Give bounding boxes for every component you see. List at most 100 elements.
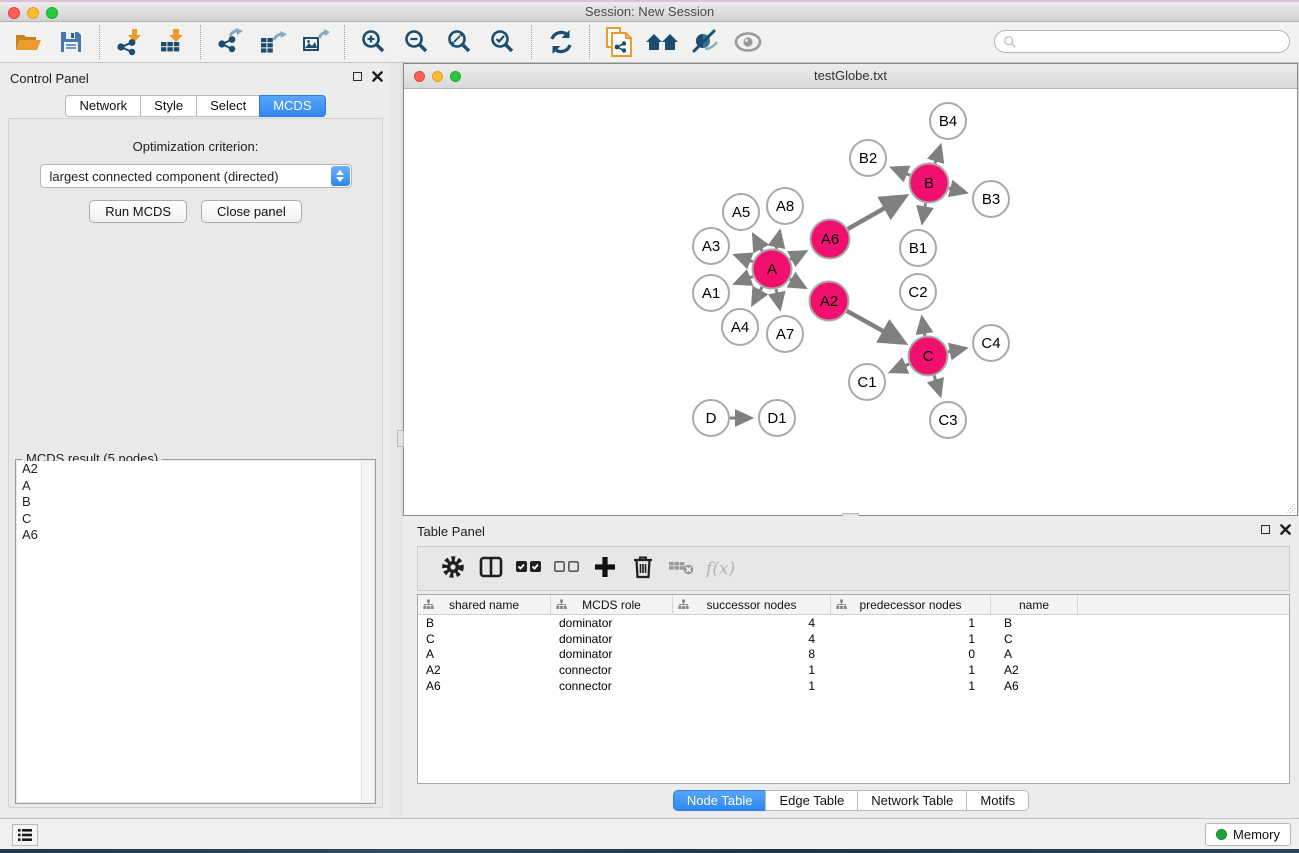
node-C2[interactable]: C2 (900, 274, 936, 310)
export-image-button[interactable] (294, 24, 337, 60)
cell[interactable]: A (418, 647, 551, 661)
tab-style[interactable]: Style (140, 95, 196, 117)
node-B3[interactable]: B3 (973, 181, 1009, 217)
cell[interactable]: 4 (673, 632, 831, 646)
import-network-button[interactable] (107, 24, 150, 60)
node-C3[interactable]: C3 (930, 402, 966, 438)
edge-A-A3[interactable] (735, 255, 752, 262)
cell[interactable]: B (991, 616, 1078, 630)
network-canvas[interactable]: B4B2BB3A5A8A6B1A3AA1C2A2A4A7C4CC1C3DD1 (404, 89, 1297, 515)
add-button[interactable] (586, 551, 624, 587)
cell[interactable]: A (991, 647, 1078, 661)
edge-C-C4[interactable] (948, 348, 965, 352)
node-A6[interactable]: A6 (811, 220, 850, 259)
node-A[interactable]: A (753, 250, 792, 289)
function-builder-button[interactable]: f(x) (706, 559, 735, 579)
tab-mcds[interactable]: MCDS (259, 95, 325, 117)
edge-B-B1[interactable] (922, 203, 925, 222)
node-A1[interactable]: A1 (693, 275, 729, 311)
edge-A-A1[interactable] (735, 277, 753, 284)
column-header-predecessor-nodes[interactable]: predecessor nodes (831, 595, 991, 614)
export-network-button[interactable] (208, 24, 251, 60)
close-panel-button[interactable]: Close panel (201, 200, 302, 223)
deselect-all-button[interactable] (548, 551, 586, 587)
cell[interactable]: dominator (551, 616, 673, 630)
cell[interactable]: 1 (831, 616, 991, 630)
cell[interactable]: 1 (831, 632, 991, 646)
edge-C-C3[interactable] (934, 376, 940, 396)
result-item[interactable]: A (17, 478, 374, 495)
net-zoom-icon[interactable] (450, 71, 461, 82)
table-row[interactable]: Cdominator41C (418, 631, 1289, 647)
edge-A-A6[interactable] (790, 252, 805, 260)
hide-panel-button[interactable] (683, 24, 726, 60)
mcds-result-list[interactable]: A2ABCA6 (17, 461, 374, 802)
cell[interactable]: A6 (418, 679, 551, 693)
node-table[interactable]: shared nameMCDS rolesuccessor nodesprede… (417, 594, 1290, 784)
task-history-button[interactable] (12, 824, 38, 846)
gear-button[interactable] (434, 551, 472, 587)
column-header-MCDS-role[interactable]: MCDS role (551, 595, 673, 614)
select-all-button[interactable] (510, 551, 548, 587)
cell[interactable]: A2 (418, 663, 551, 677)
cell[interactable]: connector (551, 663, 673, 677)
edge-A-A5[interactable] (753, 235, 762, 251)
cell[interactable]: 0 (831, 647, 991, 661)
cell[interactable]: B (418, 616, 551, 630)
net-close-icon[interactable] (414, 71, 425, 82)
export-table-button[interactable] (251, 24, 294, 60)
zoom-fit-button[interactable] (438, 24, 481, 60)
cell[interactable]: 1 (831, 663, 991, 677)
search-input[interactable] (994, 30, 1290, 53)
splitter-handle[interactable] (397, 430, 404, 447)
node-D1[interactable]: D1 (759, 400, 795, 436)
cell[interactable]: connector (551, 679, 673, 693)
close-panel-icon[interactable] (372, 71, 383, 82)
tab-node-table[interactable]: Node Table (673, 790, 766, 811)
float-table-panel-icon[interactable] (1261, 525, 1270, 534)
cell[interactable]: 8 (673, 647, 831, 661)
cell[interactable]: dominator (551, 647, 673, 661)
edge-A-A2[interactable] (790, 279, 805, 288)
node-A2[interactable]: A2 (810, 282, 849, 321)
cell[interactable]: 1 (673, 663, 831, 677)
cell[interactable]: 1 (831, 679, 991, 693)
edge-A2-C[interactable] (847, 311, 904, 343)
zoom-in-button[interactable] (352, 24, 395, 60)
node-A8[interactable]: A8 (767, 188, 803, 224)
edge-A-A8[interactable] (776, 231, 780, 248)
tab-edge-table[interactable]: Edge Table (765, 790, 857, 811)
result-item[interactable]: C (17, 511, 374, 528)
tab-motifs[interactable]: Motifs (966, 790, 1029, 811)
result-item[interactable]: A2 (17, 461, 374, 478)
cell[interactable]: dominator (551, 632, 673, 646)
edge-A-A4[interactable] (753, 287, 763, 304)
tab-select[interactable]: Select (196, 95, 259, 117)
network-window-titlebar[interactable]: testGlobe.txt (404, 64, 1297, 89)
memory-button[interactable]: Memory (1205, 823, 1291, 846)
edge-B-B2[interactable] (892, 168, 910, 175)
home-button[interactable] (640, 24, 683, 60)
net-minimize-icon[interactable] (432, 71, 443, 82)
import-table-button[interactable] (150, 24, 193, 60)
node-D[interactable]: D (693, 400, 729, 436)
result-item[interactable]: A6 (17, 527, 374, 544)
edge-B-B4[interactable] (935, 146, 940, 164)
list-scrollbar[interactable] (361, 461, 374, 802)
cell[interactable]: 1 (673, 679, 831, 693)
run-mcds-button[interactable]: Run MCDS (89, 200, 187, 223)
zoom-selected-button[interactable] (481, 24, 524, 60)
column-header-shared-name[interactable]: shared name (418, 595, 551, 614)
refresh-button[interactable] (539, 24, 582, 60)
node-B2[interactable]: B2 (850, 140, 886, 176)
optimization-criterion-select[interactable]: largest connected component (directed) (40, 164, 352, 188)
node-C1[interactable]: C1 (849, 364, 885, 400)
edge-C-C1[interactable] (891, 364, 909, 372)
save-session-button[interactable] (49, 24, 92, 60)
node-B[interactable]: B (910, 164, 949, 203)
close-table-panel-icon[interactable] (1280, 524, 1291, 535)
column-header-successor-nodes[interactable]: successor nodes (673, 595, 831, 614)
tab-network[interactable]: Network (65, 95, 140, 117)
network-file-button[interactable] (597, 24, 640, 60)
delete-button[interactable] (624, 551, 662, 587)
